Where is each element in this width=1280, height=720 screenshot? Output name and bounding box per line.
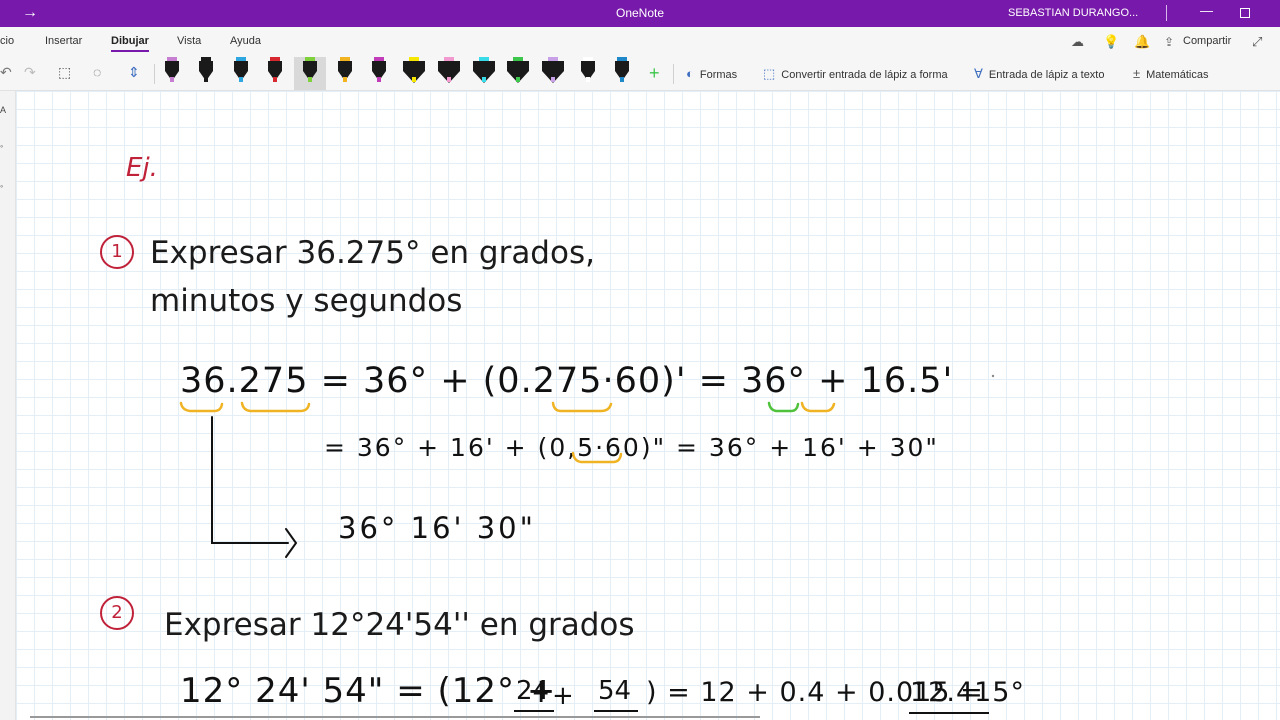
pen-10[interactable] (473, 57, 495, 83)
tab-inicio[interactable]: cio (0, 35, 14, 47)
undo-icon[interactable]: ↶ (0, 64, 12, 81)
pen-color-dot (377, 77, 381, 82)
work-2-fraction-2: 54 (598, 676, 632, 706)
pen-body (542, 61, 564, 71)
restore-icon[interactable] (1240, 8, 1250, 18)
yellow-underlines (179, 401, 836, 464)
redo-icon[interactable]: ↷ (24, 64, 36, 81)
minimize-icon[interactable]: — (1200, 3, 1213, 18)
add-pen-icon[interactable]: + (649, 63, 660, 84)
pen-body (438, 61, 460, 71)
left-pane-edge: A ◦ ◦ (0, 91, 16, 720)
stray-dot (991, 374, 995, 378)
pen-12[interactable] (542, 57, 564, 83)
ink-to-shape-button[interactable]: ⬚ Convertir entrada de lápiz a forma (763, 66, 948, 82)
pen-body (473, 61, 495, 71)
tab-vista[interactable]: Vista (177, 35, 201, 47)
title-bar: → OneNote SEBASTIAN DURANGO... — (0, 0, 1280, 27)
left-edge-marker[interactable]: ◦ (0, 141, 3, 151)
sync-icon[interactable]: ☁ (1071, 34, 1084, 50)
fraction-bars (514, 710, 989, 714)
math-button[interactable]: ± Matemáticas (1133, 66, 1209, 81)
insert-space-icon[interactable]: ⇕ (128, 64, 140, 81)
pen-1[interactable] (165, 57, 179, 83)
ink-to-shape-icon: ⬚ (763, 66, 776, 81)
pen-body (338, 61, 352, 71)
pen-color-dot (447, 77, 451, 82)
pen-body (403, 61, 425, 71)
tab-dibujar[interactable]: Dibujar (111, 35, 149, 52)
pen-color-dot (308, 77, 312, 82)
note-canvas[interactable]: Ej. 1 Expresar 36.275° en grados, minuto… (16, 91, 1280, 720)
pen-13[interactable] (581, 57, 595, 83)
shapes-label: Formas (699, 69, 738, 81)
pen-3[interactable] (234, 57, 248, 83)
pen-body (615, 61, 629, 71)
ribbon-tabs: cio Insertar Dibujar Vista Ayuda ☁ 💡 🔔 ⇪… (0, 27, 1280, 57)
pen-color-dot (482, 77, 486, 82)
share-icon[interactable]: ⇪ (1164, 35, 1174, 49)
pen-5[interactable] (303, 57, 317, 83)
lightbulb-icon[interactable]: 💡 (1103, 34, 1119, 50)
pen-color-dot (586, 77, 590, 82)
draw-toolbar: ↶ ↷ ⬚ ◌ ⇕ + ◐ Formas ⬚ Convertir entrada d… (0, 57, 1280, 91)
shapes-icon: ◐ (686, 66, 694, 81)
pen-body (372, 61, 386, 71)
pen-body (581, 61, 595, 71)
pen-color-dot (620, 77, 624, 82)
ink-to-text-label: Entrada de lápiz a texto (988, 69, 1105, 81)
math-label: Matemáticas (1146, 69, 1209, 81)
pen-body (507, 61, 529, 71)
pen-6[interactable] (338, 57, 352, 83)
pen-9[interactable] (438, 57, 460, 83)
user-name[interactable]: SEBASTIAN DURANGO... (1008, 7, 1138, 19)
pen-11[interactable] (507, 57, 529, 83)
ink-to-text-button[interactable]: Ɐ Entrada de lápiz a texto (974, 66, 1104, 82)
pen-body (268, 61, 282, 71)
pen-color-dot (239, 77, 243, 82)
pen-body (303, 61, 317, 71)
work-2-answer: 12.415° (910, 677, 1025, 708)
lasso-select-icon[interactable]: ◌ (93, 64, 101, 80)
pen-color-dot (412, 77, 416, 82)
problem-2-number: 2 (100, 596, 134, 630)
pen-color-dot (551, 77, 555, 82)
work-2-left: 12° 24' 54" = (12° + (180, 671, 557, 711)
pen-body (234, 61, 248, 71)
pen-2[interactable] (199, 57, 213, 83)
pen-7[interactable] (372, 57, 386, 83)
work-2-fraction-1: 24 (516, 676, 550, 706)
shapes-button[interactable]: ◐ Formas (686, 66, 737, 81)
tab-ayuda[interactable]: Ayuda (230, 35, 261, 47)
share-button[interactable]: Compartir (1183, 35, 1231, 47)
title-separator (1166, 5, 1167, 21)
pen-color-dot (516, 77, 520, 82)
pen-body (199, 61, 213, 71)
pen-4[interactable] (268, 57, 282, 83)
pen-color-dot (204, 77, 208, 82)
problem-2-line-1: Expresar 12°24'54'' en grados (164, 607, 635, 643)
fullscreen-icon[interactable]: ⤢ (1252, 34, 1262, 50)
pen-color-dot (273, 77, 277, 82)
toolbar-divider-2 (673, 64, 674, 84)
pen-8[interactable] (403, 57, 425, 83)
ink-to-shape-label: Convertir entrada de lápiz a forma (781, 69, 948, 81)
left-edge-marker[interactable]: ◦ (0, 181, 3, 191)
bell-icon[interactable]: 🔔 (1134, 34, 1150, 50)
type-select-icon[interactable]: ⬚ (58, 64, 71, 81)
work-2-plus: + (552, 681, 574, 711)
ink-to-text-icon: Ɐ (974, 66, 983, 81)
pen-body (165, 61, 179, 71)
left-edge-marker[interactable]: A (0, 105, 6, 115)
pen-color-dot (343, 77, 347, 82)
result-arrow (211, 416, 298, 558)
tab-insertar[interactable]: Insertar (45, 35, 82, 47)
pen-14[interactable] (615, 57, 629, 83)
horizontal-scrollbar[interactable] (30, 716, 760, 718)
green-underline (767, 401, 800, 413)
toolbar-divider (154, 64, 155, 84)
math-icon: ± (1133, 66, 1141, 81)
pen-color-dot (170, 77, 174, 82)
